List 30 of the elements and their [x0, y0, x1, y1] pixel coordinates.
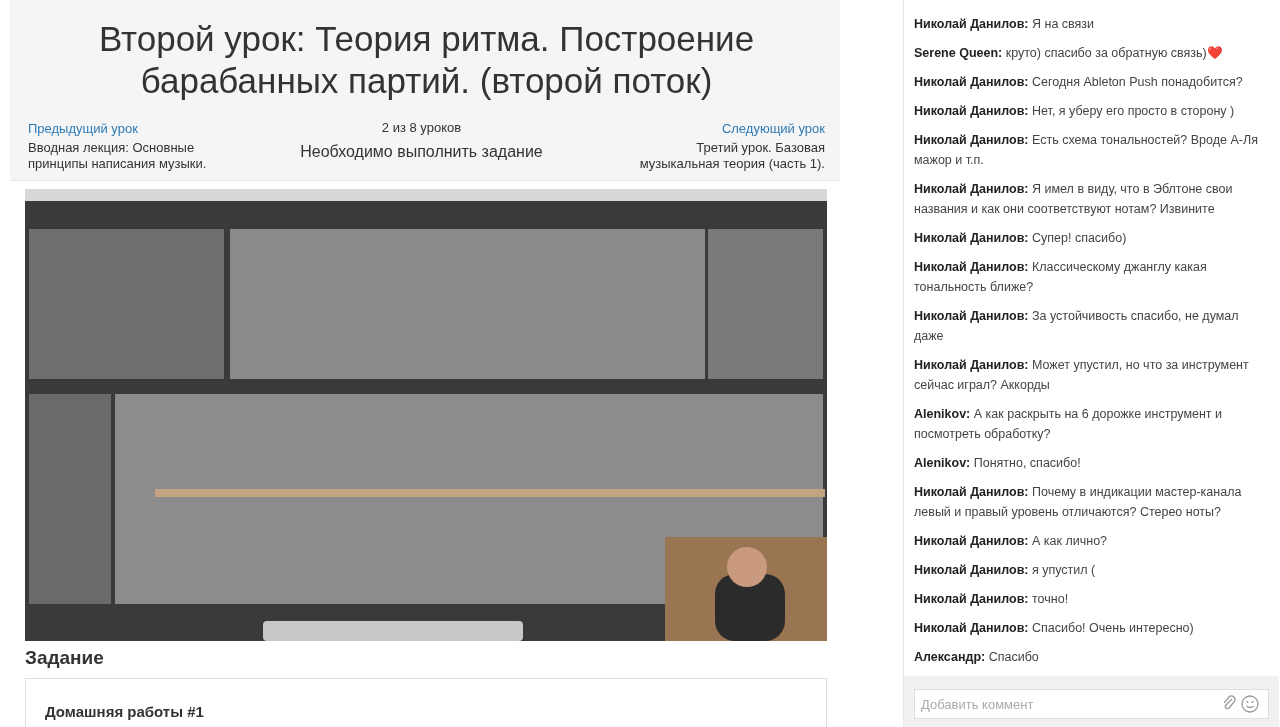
chat-message: Николай Данилов: Сегодня Ableton Push понадобится?	[914, 74, 1244, 91]
chat-message: Alenikov: А как раскрыть на 6 дорожке инструмент и посмотреть обработку?	[914, 406, 1224, 443]
previous-lesson-link[interactable]: Предыдущий урок	[28, 121, 138, 136]
chat-message: Николай Данилов: Может упустил, но что за инструмент сейчас играл? Аккорды	[914, 357, 1250, 394]
chat-message: Николай Данилов: А как лично?	[914, 533, 1109, 550]
previous-lesson-name: Вводная лекция: Основные принципы написания музыки.	[28, 140, 208, 172]
chat-message: Александр: Спасибо	[914, 649, 1040, 666]
chat-message: Николай Данилов: За устойчивость спасибо, не думал даже	[914, 308, 1240, 345]
chat-message: Николай Данилов: Супер! спасибо)	[914, 230, 1128, 247]
comment-field[interactable]: Добавить коммент	[914, 689, 1269, 719]
task-heading: Задание	[25, 646, 105, 670]
lesson-title: Второй урок: Теория ритма. Построение барабанных партий. (второй поток)	[97, 18, 756, 102]
chat-message: Николай Данилов: Я на связи	[914, 16, 1096, 33]
chat-message: Николай Данилов: Классическому джанглу какая тональность ближе?	[914, 259, 1208, 296]
chat-message: Николай Данилов: Нет, я уберу его просто в сторону )	[914, 103, 1236, 120]
chat-message: Alenikov: Понятно, спасибо!	[914, 455, 1082, 472]
chat-message: Serene Queen: круто) спасибо за обратную связь)❤	[914, 45, 1224, 62]
chat-message: Николай Данилов: точно!	[914, 591, 1070, 608]
next-lesson-link[interactable]: Следующий урок	[721, 121, 825, 136]
chat-message: Николай Данилов: Я имел в виду, что в Эблтоне свои названия и как они соответствуют нотам? Извините	[914, 181, 1234, 218]
smiley-icon[interactable]	[1241, 695, 1259, 713]
chat-message: Николай Данилов: Есть схема тональностей? Вроде А-Ля мажор и т.п.	[914, 132, 1259, 169]
lesson-count-text: 2 из 8 уроков	[380, 120, 463, 136]
paperclip-icon[interactable]	[1221, 695, 1237, 711]
chat-message: Николай Данилов: Почему в индикации мастер-канала левый и правый уровень отличаются? Стерео ноты?	[914, 484, 1243, 521]
chat-message: Николай Данилов: Спасибо! Очень интересно)	[914, 620, 1195, 637]
chat-message: Николай Данилов: я упустил (	[914, 562, 1097, 579]
task-title: Домашняя работы #1	[45, 702, 204, 720]
requirement-text: Необходимо выполнить задание	[300, 142, 543, 162]
next-lesson-name: Третий урок. Базовая музыкальная теория (часть 1).	[638, 140, 825, 172]
